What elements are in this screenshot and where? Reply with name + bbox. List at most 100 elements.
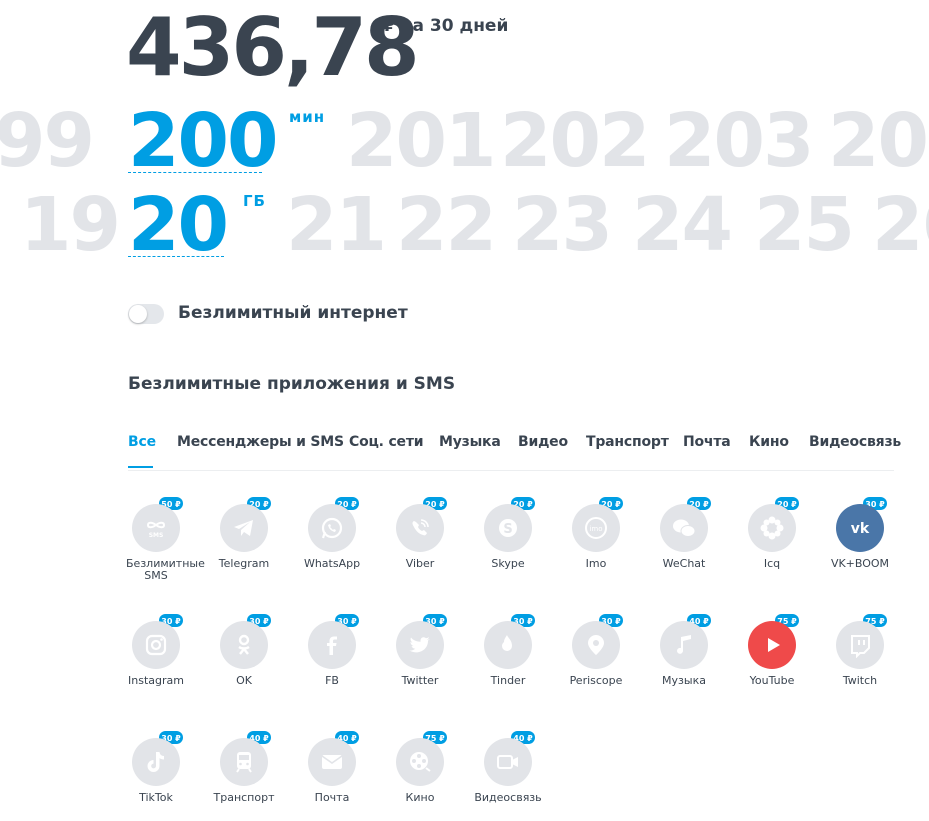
- tab-3[interactable]: Музыка: [439, 434, 501, 450]
- app-name: YouTube: [749, 674, 795, 687]
- tab-5[interactable]: Транспорт: [586, 434, 669, 450]
- twitter-icon: [407, 632, 433, 658]
- app-icon-circle: [484, 738, 532, 786]
- tab-4[interactable]: Видео: [518, 434, 568, 450]
- unlimited-internet-toggle[interactable]: [128, 304, 164, 324]
- gigabytes-option[interactable]: 24: [632, 180, 733, 270]
- app-icon-circle: [308, 504, 356, 552]
- app-tile[interactable]: 75 ₽ YouTube: [728, 613, 816, 687]
- app-tile[interactable]: 20 ₽ S Skype: [464, 496, 552, 570]
- gigabytes-option[interactable]: 23: [512, 180, 613, 270]
- app-name: Twitch: [842, 674, 878, 687]
- unlimited-internet-label: Безлимитный интернет: [178, 303, 408, 323]
- tab-1[interactable]: Мессенджеры и SMS: [177, 434, 344, 450]
- app-tile[interactable]: 20 ₽ WeChat: [640, 496, 728, 570]
- wechat-icon: [671, 515, 697, 541]
- gigabytes-selected-underline: [128, 256, 224, 257]
- app-tile[interactable]: 30 ₽ Periscope: [552, 613, 640, 687]
- tab-6[interactable]: Почта: [683, 434, 731, 450]
- app-name: WhatsApp: [303, 557, 361, 570]
- app-name: Безлимитные SMS: [126, 557, 205, 582]
- gigabytes-option[interactable]: 22: [396, 180, 497, 270]
- app-name: Telegram: [218, 557, 270, 570]
- apps-category-tabs: Все Мессенджеры и SMS Соц. сети Музыка Видео…: [128, 434, 901, 471]
- app-icon-circle: [396, 738, 444, 786]
- app-icon-circle: [132, 621, 180, 669]
- mail-icon: [319, 749, 345, 775]
- app-tile[interactable]: 40 ₽ Транспорт: [200, 730, 288, 804]
- app-icon-circle: [132, 738, 180, 786]
- app-name: Viber: [405, 557, 435, 570]
- toggle-knob: [129, 305, 147, 323]
- app-tile[interactable]: 30 ₽ vk VK+BOOM: [816, 496, 904, 570]
- app-tile[interactable]: 50 ₽ SMS Безлимитные SMS: [112, 496, 205, 582]
- app-tile[interactable]: 30 ₽ Twitter: [376, 613, 464, 687]
- minutes-unit: мин: [289, 108, 326, 126]
- periscope-icon: [583, 632, 609, 658]
- ok-icon: [231, 632, 257, 658]
- app-tile[interactable]: 20 ₽ imo Imo: [552, 496, 640, 570]
- music-icon: [671, 632, 697, 658]
- tab-8[interactable]: Видеосвязь: [809, 434, 901, 450]
- app-tile[interactable]: 75 ₽ Twitch: [816, 613, 904, 687]
- film-reel-icon: [407, 749, 433, 775]
- tiktok-icon: [143, 749, 169, 775]
- app-name: FB: [325, 674, 339, 687]
- app-tile[interactable]: 20 ₽ WhatsApp: [288, 496, 376, 570]
- app-name: Tinder: [490, 674, 526, 687]
- tariff-price: 436,78: [126, 1, 420, 94]
- app-tile[interactable]: 40 ₽ Музыка: [640, 613, 728, 687]
- app-name: Музыка: [662, 674, 706, 687]
- svg-text:imo: imo: [589, 525, 602, 533]
- app-icon-circle: [660, 504, 708, 552]
- app-tile[interactable]: 30 ₽ OK: [200, 613, 288, 687]
- app-tile[interactable]: 30 ₽ Tinder: [464, 613, 552, 687]
- transport-icon: [231, 749, 257, 775]
- app-name: Транспорт: [213, 791, 275, 804]
- tab-0[interactable]: Все: [128, 434, 156, 450]
- app-tile[interactable]: 20 ₽ Viber: [376, 496, 464, 570]
- gigabytes-option[interactable]: 21: [286, 180, 387, 270]
- imo-icon: imo: [583, 515, 609, 541]
- svg-text:S: S: [503, 522, 512, 537]
- gigabytes-option[interactable]: 26: [872, 180, 929, 270]
- app-tile[interactable]: 20 ₽ Telegram: [200, 496, 288, 570]
- app-tile[interactable]: 75 ₽ Кино: [376, 730, 464, 804]
- youtube-icon: [759, 632, 785, 658]
- app-tile[interactable]: 20 ₽ Icq: [728, 496, 816, 570]
- tab-2[interactable]: Соц. сети: [349, 434, 424, 450]
- app-icon-circle: [220, 738, 268, 786]
- app-icon-circle: [396, 504, 444, 552]
- video-camera-icon: [495, 749, 521, 775]
- whatsapp-icon: [319, 515, 345, 541]
- app-tile[interactable]: 30 ₽ TikTok: [112, 730, 200, 804]
- app-icon-circle: [572, 621, 620, 669]
- minutes-option[interactable]: 202: [500, 96, 650, 186]
- app-icon-circle: [748, 504, 796, 552]
- minutes-selected-underline: [128, 172, 262, 173]
- app-icon-circle: [484, 621, 532, 669]
- app-name: TikTok: [139, 791, 173, 804]
- app-name: Кино: [405, 791, 435, 804]
- facebook-icon: [319, 632, 345, 658]
- gigabytes-option[interactable]: 25: [754, 180, 855, 270]
- vk-icon: vk: [847, 515, 873, 541]
- minutes-option[interactable]: 204: [828, 96, 929, 186]
- app-tile[interactable]: 30 ₽ Instagram: [112, 613, 200, 687]
- telegram-icon: [231, 515, 257, 541]
- app-icon-circle: SMS: [132, 504, 180, 552]
- app-icon-circle: imo: [572, 504, 620, 552]
- minutes-option[interactable]: 99: [0, 96, 95, 186]
- tab-7[interactable]: Кино: [749, 434, 789, 450]
- app-name: VK+BOOM: [830, 557, 890, 570]
- app-name: Почта: [314, 791, 350, 804]
- app-tile[interactable]: 40 ₽ Почта: [288, 730, 376, 804]
- minutes-option[interactable]: 203: [664, 96, 814, 186]
- app-tile[interactable]: 40 ₽ Видеосвязь: [464, 730, 552, 804]
- minutes-option[interactable]: 201: [346, 96, 496, 186]
- app-icon-circle: [220, 621, 268, 669]
- app-icon-circle: [836, 621, 884, 669]
- gigabytes-unit: ГБ: [243, 192, 266, 210]
- gigabytes-option[interactable]: 19: [20, 180, 121, 270]
- app-tile[interactable]: 30 ₽ FB: [288, 613, 376, 687]
